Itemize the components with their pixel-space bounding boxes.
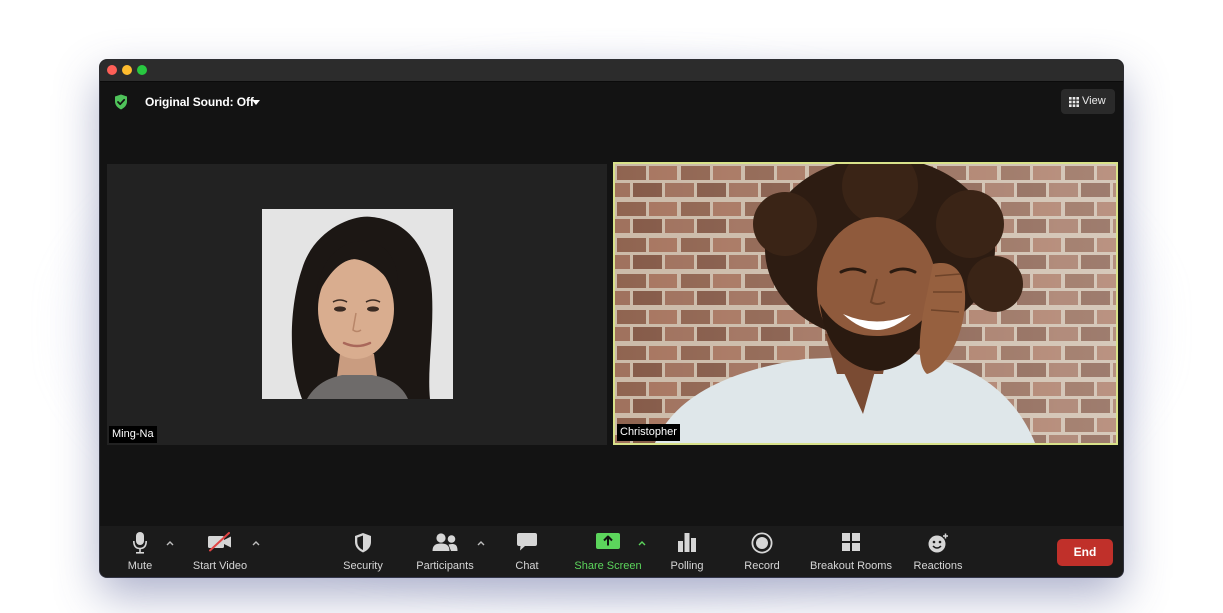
participants-icon: [432, 533, 458, 551]
close-window-button[interactable]: [107, 65, 117, 75]
participant-name-tag: Ming-Na: [109, 426, 157, 443]
participant-name-tag: Christopher: [617, 424, 680, 441]
video-camera-off-icon: [208, 532, 231, 552]
view-button[interactable]: View: [1061, 89, 1115, 114]
end-meeting-button[interactable]: End: [1057, 539, 1113, 566]
grid-view-icon: [1069, 97, 1079, 107]
chat-label: Chat: [515, 560, 539, 572]
record-button[interactable]: Record: [740, 526, 784, 577]
breakout-rooms-icon: [842, 533, 860, 551]
mute-button[interactable]: Mute: [120, 526, 160, 577]
original-sound-label[interactable]: Original Sound: Off: [145, 95, 254, 109]
shield-icon: [355, 533, 371, 553]
breakout-rooms-button[interactable]: Breakout Rooms: [810, 526, 892, 577]
polling-label: Polling: [670, 560, 704, 572]
mute-label: Mute: [127, 560, 153, 572]
chat-bubble-icon: [517, 533, 537, 551]
sound-dropdown-caret-icon[interactable]: [252, 100, 260, 105]
title-bar: [100, 60, 1123, 82]
video-options-caret-icon[interactable]: [251, 538, 261, 548]
record-icon: [751, 532, 773, 554]
share-options-caret-icon[interactable]: [637, 538, 647, 548]
breakout-rooms-label: Breakout Rooms: [810, 560, 892, 572]
microphone-icon: [133, 532, 147, 554]
reactions-button[interactable]: Reactions: [914, 526, 962, 577]
participants-options-caret-icon[interactable]: [476, 538, 486, 548]
participants-label: Participants: [416, 560, 474, 572]
chat-button[interactable]: Chat: [507, 526, 547, 577]
polling-button[interactable]: Polling: [664, 526, 710, 577]
profile-photo-ming-na: [262, 209, 453, 399]
video-tile-ming-na[interactable]: Ming-Na: [107, 164, 607, 445]
video-feed-christopher: [615, 164, 1116, 443]
audio-options-caret-icon[interactable]: [165, 538, 175, 548]
zoom-window-button[interactable]: [137, 65, 147, 75]
security-button[interactable]: Security: [338, 526, 388, 577]
video-tile-christopher[interactable]: Christopher: [613, 162, 1118, 445]
start-video-label: Start Video: [192, 560, 248, 572]
record-label: Record: [744, 560, 780, 572]
bar-chart-icon: [678, 533, 696, 552]
share-screen-label: Share Screen: [574, 560, 642, 572]
participants-button[interactable]: Participants: [414, 526, 476, 577]
meeting-toolbar: Mute Start Video Security Participants C…: [100, 526, 1123, 577]
view-label: View: [1082, 95, 1106, 107]
start-video-button[interactable]: Start Video: [190, 526, 250, 577]
share-screen-icon: [596, 533, 620, 549]
zoom-meeting-window: Original Sound: Off View Ming-Na Christo…: [100, 60, 1123, 577]
minimize-window-button[interactable]: [122, 65, 132, 75]
security-label: Security: [343, 560, 383, 572]
shield-check-icon[interactable]: [114, 94, 128, 110]
share-screen-button[interactable]: Share Screen: [572, 526, 644, 577]
reactions-label: Reactions: [913, 560, 963, 572]
smiley-reaction-icon: [928, 533, 948, 553]
